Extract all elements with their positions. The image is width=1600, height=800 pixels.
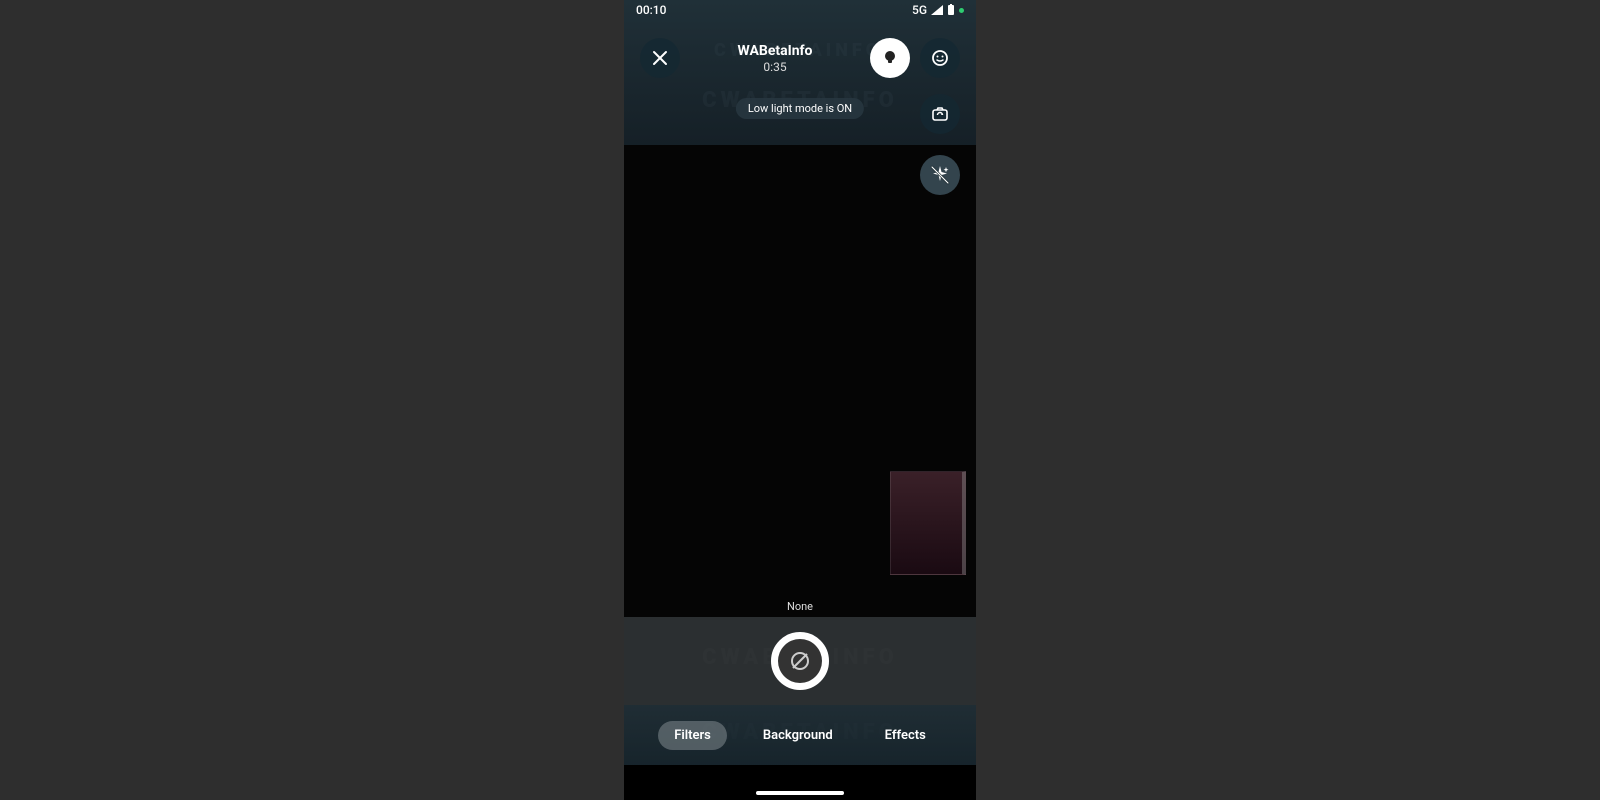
- privacy-indicator-dot: [959, 8, 964, 13]
- tab-effects[interactable]: Effects: [869, 721, 942, 750]
- call-title-block: WABetaInfo 0:35: [680, 43, 870, 74]
- phone-screen: 00:10 5G CWABETAINFO CWABETAINFO CWABETA…: [624, 0, 976, 800]
- filter-none-option[interactable]: [771, 632, 829, 690]
- low-light-toast: Low light mode is ON: [736, 98, 864, 119]
- secondary-controls: [920, 94, 960, 134]
- filter-selector-strip[interactable]: [624, 617, 976, 705]
- low-light-toggle-button[interactable]: [870, 38, 910, 78]
- status-time: 00:10: [636, 3, 666, 17]
- battery-icon: [947, 4, 955, 16]
- status-right: 5G: [912, 3, 964, 17]
- network-label: 5G: [912, 3, 927, 17]
- top-controls: WABetaInfo 0:35: [624, 38, 976, 78]
- effects-tabs: Filters Background Effects: [624, 705, 976, 765]
- sparkle-icon: [929, 164, 951, 186]
- bulb-icon: [880, 48, 900, 68]
- close-button[interactable]: [640, 38, 680, 78]
- switch-camera-button[interactable]: [920, 94, 960, 134]
- gesture-nav-bar[interactable]: [756, 791, 844, 795]
- caller-name: WABetaInfo: [680, 43, 870, 59]
- right-buttons: [870, 38, 960, 78]
- avatar-effects-button[interactable]: [920, 38, 960, 78]
- face-icon: [930, 48, 950, 68]
- status-bar: 00:10 5G: [624, 0, 976, 20]
- tab-filters[interactable]: Filters: [658, 721, 727, 750]
- filter-none-inner: [778, 639, 822, 683]
- signal-icon: [931, 5, 943, 15]
- close-icon: [651, 49, 669, 67]
- sparkle-effects-button[interactable]: [920, 155, 960, 195]
- no-filter-icon: [788, 649, 812, 673]
- tab-background[interactable]: Background: [747, 721, 849, 750]
- video-feed: None: [624, 145, 976, 617]
- self-view-pip[interactable]: [890, 471, 966, 575]
- call-duration: 0:35: [680, 60, 870, 74]
- filter-label: None: [787, 600, 813, 613]
- toast-text: Low light mode is ON: [748, 102, 852, 115]
- camera-flip-icon: [930, 104, 950, 124]
